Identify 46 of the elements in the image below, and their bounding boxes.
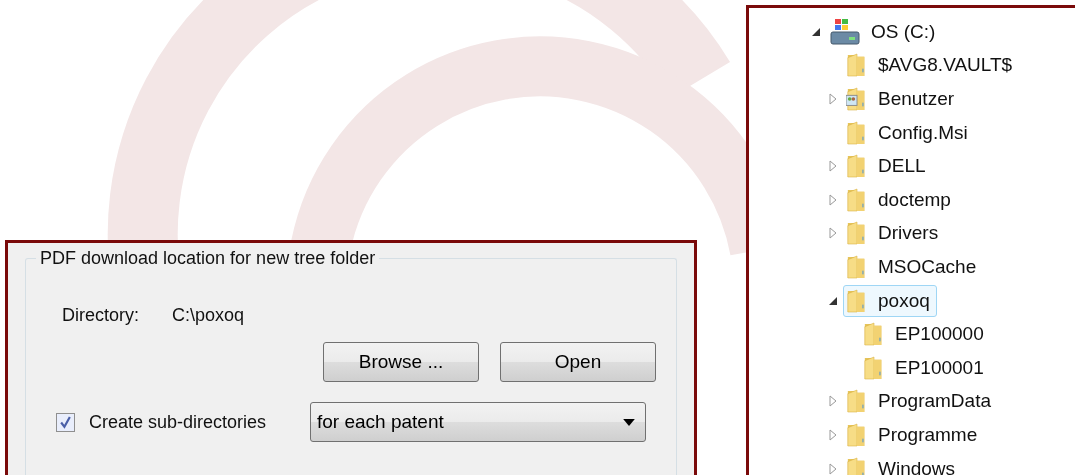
tree-item[interactable]: MSOCache <box>843 250 984 283</box>
tree-item[interactable]: EP100000 <box>860 318 991 351</box>
folder-label: Drivers <box>878 222 939 245</box>
tree-item[interactable]: Drivers <box>843 217 946 250</box>
expand-arrow-icon[interactable] <box>829 93 837 105</box>
browse-button[interactable]: Browse ... <box>323 342 479 382</box>
folder-label: $AVG8.VAULT$ <box>878 54 1013 77</box>
tree-item[interactable]: doctemp <box>843 183 958 216</box>
tree-item[interactable]: ProgramData <box>843 385 998 418</box>
tree-item[interactable]: $AVG8.VAULT$ <box>843 49 1020 82</box>
folder-label: EP100000 <box>895 323 984 346</box>
folder-label: OS (C:) <box>871 20 936 43</box>
tree-item[interactable]: Windows <box>843 452 963 475</box>
tree-item[interactable]: DELL <box>843 150 933 183</box>
tree-item[interactable]: EP100001 <box>860 351 991 384</box>
folder-label: Programme <box>878 423 978 446</box>
dropdown[interactable]: for each patent <box>310 402 646 442</box>
directory-label: Directory: <box>62 305 140 326</box>
folder-label: poxoq <box>878 289 930 312</box>
checkbox-label[interactable]: Create sub-directories <box>89 411 310 433</box>
expand-arrow-icon[interactable] <box>829 193 837 206</box>
tree-item[interactable]: OS (C:) <box>826 15 943 48</box>
collapse-arrow-icon[interactable] <box>812 27 820 36</box>
open-button[interactable]: Open <box>500 342 656 382</box>
folder-label: DELL <box>878 155 926 178</box>
tree-item[interactable]: Benutzer <box>843 83 962 115</box>
collapse-arrow-icon[interactable] <box>829 296 837 305</box>
tree-item[interactable]: poxoq <box>843 284 937 317</box>
folder-label: Benutzer <box>878 88 955 110</box>
folder-label: MSOCache <box>878 255 977 278</box>
folder-label: Windows <box>878 457 956 475</box>
folder-label: Config.Msi <box>878 121 968 144</box>
caret-icon <box>623 418 635 426</box>
folder-label: EP100001 <box>895 356 984 379</box>
expand-arrow-icon[interactable] <box>829 395 837 408</box>
drive-icon <box>829 17 861 46</box>
tree-item[interactable]: Config.Msi <box>843 116 975 149</box>
expand-arrow-icon[interactable] <box>829 462 837 475</box>
expand-arrow-icon[interactable] <box>829 428 837 441</box>
expand-arrow-icon[interactable] <box>829 160 837 173</box>
folder-label: ProgramData <box>878 390 991 413</box>
tree-item[interactable]: Programme <box>843 418 985 451</box>
folder-label: doctemp <box>878 188 951 211</box>
expand-arrow-icon[interactable] <box>829 227 837 240</box>
directory-value: C:\poxoq <box>172 305 245 326</box>
checkbox[interactable] <box>56 412 75 432</box>
